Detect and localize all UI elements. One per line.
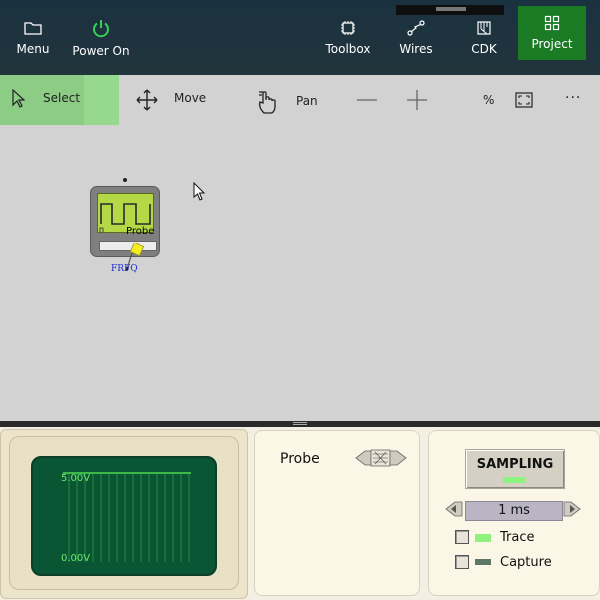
cdk-icon <box>477 20 491 35</box>
project-button[interactable]: Project <box>518 6 586 60</box>
scope-screen: 5.00V 0.00V <box>31 456 217 576</box>
toolbox-label: Toolbox <box>325 41 371 56</box>
cursor-icon <box>12 89 25 108</box>
project-label: Project <box>531 37 573 51</box>
sampling-title: SAMPLING <box>476 457 554 472</box>
zoom-out-icon[interactable] <box>357 99 377 101</box>
sampling-button[interactable]: SAMPLING <box>465 449 565 489</box>
probe-label: Probe <box>126 226 155 237</box>
interval-decrease-icon[interactable] <box>445 501 463 517</box>
scope-bottom-voltage: 0.00V <box>61 553 91 564</box>
capture-swatch <box>475 559 491 565</box>
probe-settings-panel: Probe <box>254 430 420 596</box>
power-icon <box>93 19 109 37</box>
sampling-indicator <box>503 477 525 483</box>
tool-bar: Select Move Pan % ··· <box>0 75 600 125</box>
pin-dot-top <box>123 178 127 182</box>
select-label: Select <box>43 91 81 105</box>
scope-top-voltage: 5.00V <box>61 473 91 484</box>
toolbox-button[interactable]: Toolbox <box>322 0 374 75</box>
grid-icon <box>544 15 560 31</box>
move-icon[interactable] <box>135 88 159 112</box>
probe-name: Probe <box>280 451 320 467</box>
pan-label: Pan <box>296 94 318 108</box>
folder-icon <box>24 21 42 35</box>
wires-button[interactable]: Wires <box>392 0 440 75</box>
power-label: Power On <box>72 43 130 58</box>
move-label: Move <box>174 91 207 105</box>
trace-checkbox[interactable] <box>455 530 469 544</box>
sampling-panel: SAMPLING 1 ms Trace Capture <box>428 430 600 596</box>
mouse-pointer-icon <box>193 182 206 201</box>
pin-label: FRFQ <box>111 264 138 274</box>
design-canvas[interactable]: Probe FRFQ <box>0 125 600 421</box>
menu-button[interactable]: Menu <box>10 0 56 75</box>
power-on-button[interactable]: Power On <box>72 0 130 75</box>
zoom-in-icon[interactable] <box>407 90 427 110</box>
interval-increase-icon[interactable] <box>563 501 581 517</box>
wire-icon <box>407 19 425 36</box>
fit-to-screen-icon[interactable] <box>515 92 533 108</box>
trace-swatch <box>475 534 491 542</box>
interval-display: 1 ms <box>465 501 563 521</box>
menu-label: Menu <box>16 41 50 56</box>
probe-body: Probe <box>90 186 160 257</box>
probe-channel-selector[interactable] <box>355 449 407 467</box>
instrument-panel: 5.00V 0.00V Probe SAMPLING 1 ms Trace Ca… <box>0 427 600 600</box>
trace-label: Trace <box>500 530 535 545</box>
chip-icon <box>341 20 355 35</box>
pan-icon[interactable] <box>256 89 280 115</box>
interval-value: 1 ms <box>498 503 530 518</box>
cdk-label: CDK <box>471 41 497 56</box>
zoom-percent-button[interactable]: % <box>483 93 494 107</box>
capture-checkbox[interactable] <box>455 555 469 569</box>
scope-display-panel: 5.00V 0.00V <box>0 429 248 599</box>
wires-label: Wires <box>399 41 433 56</box>
capture-label: Capture <box>500 555 552 570</box>
more-options-button[interactable]: ··· <box>565 90 581 106</box>
cdk-button[interactable]: CDK <box>462 0 506 75</box>
top-toolbar: Menu Power On Toolbox Wires CDK Project <box>0 0 600 75</box>
probe-component[interactable]: Probe FRFQ <box>88 177 162 281</box>
